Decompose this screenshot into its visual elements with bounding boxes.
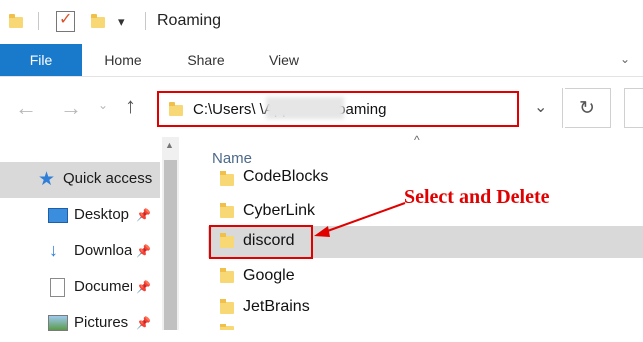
sidebar-item-label: Quick access bbox=[63, 170, 153, 187]
redacted-username bbox=[266, 97, 344, 119]
annotation-callout: Select and Delete bbox=[404, 186, 550, 208]
pin-icon[interactable]: 📌 bbox=[136, 280, 151, 294]
folder-icon bbox=[220, 203, 234, 218]
folder-name: Google bbox=[243, 267, 295, 284]
tab-file[interactable]: File bbox=[0, 44, 82, 76]
highlight-box bbox=[209, 225, 313, 259]
pin-icon[interactable]: 📌 bbox=[136, 208, 151, 222]
ribbon-tabs: File Home Share View ⌄ bbox=[0, 44, 643, 77]
forward-arrow-icon[interactable]: → bbox=[60, 95, 82, 121]
sidebar-item-downloads[interactable]: ↓ Downloads 📌 bbox=[0, 234, 160, 270]
new-folder-icon[interactable] bbox=[91, 14, 105, 28]
recent-locations-icon[interactable]: ⌄ bbox=[98, 98, 108, 112]
pin-icon[interactable]: 📌 bbox=[136, 244, 151, 258]
tab-home[interactable]: Home bbox=[95, 44, 151, 76]
toolbar-separator bbox=[145, 12, 146, 30]
refresh-icon: ↻ bbox=[579, 98, 595, 119]
toolbar-separator bbox=[38, 12, 39, 30]
up-arrow-icon[interactable]: ↑ bbox=[125, 93, 136, 119]
download-arrow-icon: ↓ bbox=[49, 240, 58, 260]
sort-up-icon: ^ bbox=[414, 133, 420, 147]
document-icon bbox=[50, 278, 65, 297]
address-bar[interactable]: C:\Users\ \AppData\Roaming bbox=[157, 91, 519, 127]
sidebar-item-label: Desktop bbox=[74, 206, 130, 223]
folder-icon bbox=[220, 299, 234, 314]
folder-icon bbox=[169, 102, 183, 116]
title-bar: ✓ ▾ Roaming bbox=[0, 0, 643, 44]
list-item[interactable]: Google bbox=[208, 261, 643, 293]
list-item[interactable]: JetBrains bbox=[208, 292, 643, 324]
properties-icon[interactable]: ✓ bbox=[56, 11, 75, 32]
folder-icon bbox=[220, 171, 234, 186]
sidebar-item-label: Documents bbox=[74, 278, 132, 295]
folder-name: CodeBlocks bbox=[243, 168, 329, 185]
sidebar-item-documents[interactable]: Documents 📌 bbox=[0, 270, 160, 306]
tab-view[interactable]: View bbox=[256, 44, 312, 76]
window-title: Roaming bbox=[157, 12, 222, 29]
star-icon: ★ bbox=[38, 169, 56, 190]
pin-icon[interactable]: 📌 bbox=[136, 316, 151, 330]
folder-icon[interactable] bbox=[9, 14, 23, 28]
sidebar-item-desktop[interactable]: Desktop 📌 bbox=[0, 198, 160, 234]
list-item[interactable] bbox=[208, 324, 643, 330]
folder-icon bbox=[220, 324, 234, 330]
sidebar-item-label: Pictures bbox=[74, 314, 129, 331]
sidebar-item-quick-access[interactable]: ★ Quick access bbox=[0, 162, 160, 198]
sidebar-item-pictures[interactable]: Pictures 📌 bbox=[0, 306, 160, 342]
sidebar-item-label: Downloads bbox=[74, 242, 132, 259]
refresh-button[interactable]: ↻ bbox=[565, 88, 611, 128]
pictures-icon bbox=[48, 315, 68, 331]
tab-share[interactable]: Share bbox=[178, 44, 234, 76]
annotation-arrow bbox=[314, 202, 406, 237]
scroll-up-icon[interactable]: ▲ bbox=[165, 140, 174, 150]
folder-icon bbox=[220, 268, 234, 283]
desktop-icon bbox=[48, 208, 68, 223]
customize-quick-access-icon[interactable]: ▾ bbox=[118, 14, 125, 30]
address-dropdown-button[interactable]: ⌄ bbox=[522, 88, 563, 128]
back-arrow-icon[interactable]: ← bbox=[15, 95, 37, 121]
name-column-header[interactable]: Name bbox=[212, 150, 252, 167]
folder-name: JetBrains bbox=[243, 298, 310, 315]
expand-ribbon-icon[interactable]: ⌄ bbox=[620, 52, 630, 66]
scrollbar-thumb[interactable] bbox=[164, 160, 177, 330]
chevron-down-icon: ⌄ bbox=[534, 99, 548, 116]
search-box[interactable] bbox=[624, 88, 643, 128]
